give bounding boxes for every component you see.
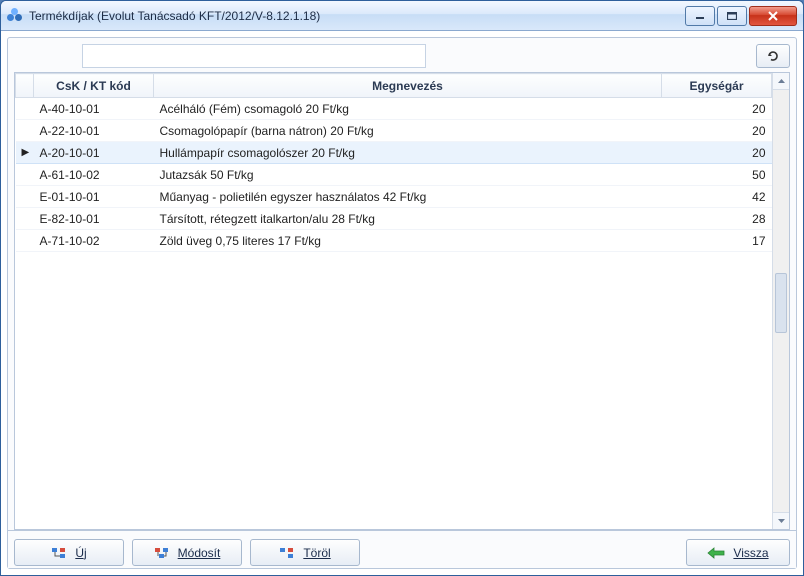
cell-code[interactable]: E-01-10-01 (34, 186, 154, 208)
cell-name[interactable]: Műanyag - polietilén egyszer használatos… (154, 186, 662, 208)
toolbar (14, 44, 790, 68)
search-input[interactable] (82, 44, 426, 68)
back-button-label: Vissza (733, 546, 768, 560)
grid: CsK / KT kód Megnevezés Egységár A-40-10… (14, 72, 790, 530)
close-button[interactable] (749, 6, 797, 26)
cell-name[interactable]: Hullámpapír csomagolószer 20 Ft/kg (154, 142, 662, 164)
cell-name[interactable]: Csomagolópapír (barna nátron) 20 Ft/kg (154, 120, 662, 142)
table-row[interactable]: A-71-10-02Zöld üveg 0,75 literes 17 Ft/k… (16, 230, 772, 252)
grid-header-code[interactable]: CsK / KT kód (34, 74, 154, 98)
row-indicator (16, 208, 34, 230)
cell-price[interactable]: 17 (662, 230, 772, 252)
cell-code[interactable]: A-20-10-01 (34, 142, 154, 164)
titlebar[interactable]: Termékdíjak (Evolut Tanácsadó KFT/2012/V… (1, 1, 803, 31)
minimize-button[interactable] (685, 6, 715, 26)
grid-header-indicator (16, 74, 34, 98)
grid-table[interactable]: CsK / KT kód Megnevezés Egységár A-40-10… (15, 73, 772, 252)
new-button[interactable]: Új (14, 539, 124, 566)
maximize-button[interactable] (717, 6, 747, 26)
cell-price[interactable]: 42 (662, 186, 772, 208)
scrollbar-thumb[interactable] (775, 273, 787, 333)
row-indicator (16, 98, 34, 120)
cell-name[interactable]: Társított, rétegzett italkarton/alu 28 F… (154, 208, 662, 230)
client-area: CsK / KT kód Megnevezés Egységár A-40-10… (7, 37, 797, 569)
back-button[interactable]: Vissza (686, 539, 790, 566)
app-window: Termékdíjak (Evolut Tanácsadó KFT/2012/V… (0, 0, 804, 576)
table-row[interactable]: E-82-10-01Társított, rétegzett italkarto… (16, 208, 772, 230)
row-indicator (16, 164, 34, 186)
row-indicator (16, 120, 34, 142)
cell-code[interactable]: A-61-10-02 (34, 164, 154, 186)
delete-icon (279, 546, 295, 560)
cell-code[interactable]: E-82-10-01 (34, 208, 154, 230)
refresh-button[interactable] (756, 44, 790, 68)
new-icon (51, 546, 67, 560)
cell-price[interactable]: 50 (662, 164, 772, 186)
table-row[interactable]: A-40-10-01Acélháló (Fém) csomagoló 20 Ft… (16, 98, 772, 120)
cell-price[interactable]: 20 (662, 120, 772, 142)
row-indicator: ▶ (16, 142, 34, 164)
table-row[interactable]: ▶A-20-10-01Hullámpapír csomagolószer 20 … (16, 142, 772, 164)
cell-price[interactable]: 20 (662, 98, 772, 120)
edit-button[interactable]: Módosít (132, 539, 242, 566)
edit-icon (154, 546, 170, 560)
refresh-icon (766, 49, 780, 63)
cell-name[interactable]: Zöld üveg 0,75 literes 17 Ft/kg (154, 230, 662, 252)
scroll-down-button[interactable] (773, 512, 789, 529)
footer-toolbar: Új Módosít Töröl (8, 530, 796, 568)
cell-code[interactable]: A-40-10-01 (34, 98, 154, 120)
table-row[interactable]: A-61-10-02Jutazsák 50 Ft/kg50 (16, 164, 772, 186)
cell-name[interactable]: Acélháló (Fém) csomagoló 20 Ft/kg (154, 98, 662, 120)
row-indicator (16, 186, 34, 208)
grid-header-row: CsK / KT kód Megnevezés Egységár (16, 74, 772, 98)
grid-header-price[interactable]: Egységár (662, 74, 772, 98)
edit-button-label: Módosít (178, 546, 221, 560)
cell-code[interactable]: A-71-10-02 (34, 230, 154, 252)
table-row[interactable]: E-01-10-01Műanyag - polietilén egyszer h… (16, 186, 772, 208)
delete-button[interactable]: Töröl (250, 539, 360, 566)
vertical-scrollbar[interactable] (772, 73, 789, 529)
window-buttons (683, 6, 797, 26)
cell-price[interactable]: 20 (662, 142, 772, 164)
scroll-up-button[interactable] (773, 73, 789, 90)
back-arrow-icon (707, 547, 725, 559)
table-row[interactable]: A-22-10-01Csomagolópapír (barna nátron) … (16, 120, 772, 142)
delete-button-label: Töröl (303, 546, 330, 560)
cell-code[interactable]: A-22-10-01 (34, 120, 154, 142)
row-indicator (16, 230, 34, 252)
cell-price[interactable]: 28 (662, 208, 772, 230)
window-title: Termékdíjak (Evolut Tanácsadó KFT/2012/V… (29, 9, 683, 23)
grid-header-name[interactable]: Megnevezés (154, 74, 662, 98)
new-button-label: Új (75, 546, 86, 560)
app-icon (7, 8, 23, 24)
cell-name[interactable]: Jutazsák 50 Ft/kg (154, 164, 662, 186)
